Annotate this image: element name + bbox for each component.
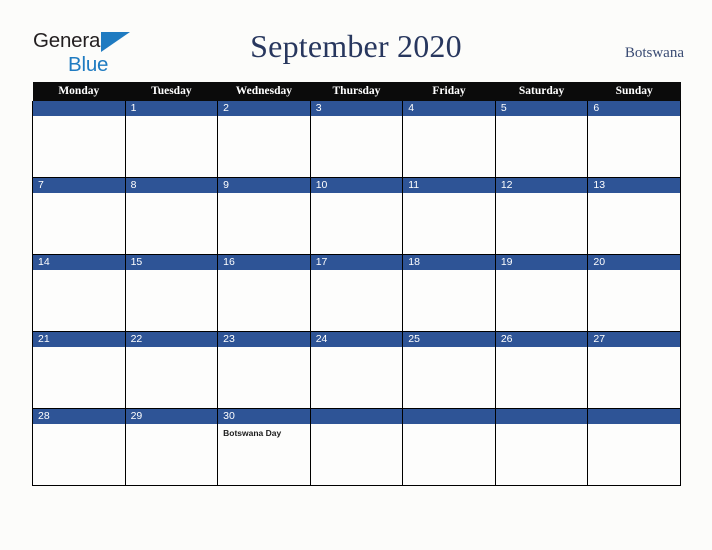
calendar-day-cell[interactable]: 8 <box>124 177 219 255</box>
calendar-day-cell[interactable]: 17 <box>309 254 404 332</box>
calendar-day-cell[interactable]: 13 <box>587 177 681 255</box>
calendar-container: Monday Tuesday Wednesday Thursday Friday… <box>32 82 681 486</box>
day-number: 27 <box>588 332 680 347</box>
calendar-day-cell[interactable] <box>402 408 496 486</box>
calendar-day-cell[interactable]: 27 <box>587 331 681 409</box>
calendar-day-cell[interactable]: 2 <box>217 101 311 178</box>
calendar-day-cell[interactable]: 22 <box>124 331 219 409</box>
day-number: 3 <box>310 101 403 116</box>
calendar-day-cell[interactable]: 6 <box>587 101 681 178</box>
calendar-week-row: 1 2 3 4 5 6 <box>32 101 681 178</box>
calendar-day-cell[interactable]: 15 <box>124 254 219 332</box>
day-number: 8 <box>125 178 218 193</box>
calendar-day-cell[interactable]: 19 <box>494 254 589 332</box>
calendar-day-cell[interactable]: 20 <box>587 254 681 332</box>
calendar-day-cell[interactable]: 3 <box>309 101 404 178</box>
day-number: 11 <box>403 178 495 193</box>
calendar-day-cell[interactable]: 25 <box>402 331 496 409</box>
day-number <box>310 409 403 424</box>
day-number: 28 <box>33 409 125 424</box>
day-number <box>403 409 495 424</box>
day-number: 4 <box>403 101 495 116</box>
day-number: 21 <box>33 332 125 347</box>
calendar-week-row: 14 15 16 17 18 19 20 <box>32 254 681 332</box>
weekday-header-tuesday: Tuesday <box>125 82 218 101</box>
day-number: 30 <box>218 409 310 424</box>
day-number: 19 <box>495 255 588 270</box>
country-label: Botswana <box>624 45 684 61</box>
day-number: 6 <box>588 101 680 116</box>
day-number: 23 <box>218 332 310 347</box>
calendar-day-cell[interactable]: 9 <box>217 177 311 255</box>
calendar-day-cell[interactable]: 10 <box>309 177 404 255</box>
weekday-header-wednesday: Wednesday <box>217 82 311 101</box>
calendar-day-cell[interactable] <box>587 408 681 486</box>
day-number: 9 <box>218 178 310 193</box>
calendar-day-cell[interactable]: 12 <box>494 177 589 255</box>
calendar-day-cell[interactable]: 7 <box>32 177 126 255</box>
calendar-week-row: 7 8 9 10 11 12 13 <box>32 177 681 255</box>
day-number: 1 <box>125 101 218 116</box>
calendar-day-cell[interactable] <box>32 101 126 178</box>
weekday-header-monday: Monday <box>32 82 126 101</box>
calendar-day-cell[interactable]: 29 <box>124 408 219 486</box>
day-number: 29 <box>125 409 218 424</box>
weekday-header-row: Monday Tuesday Wednesday Thursday Friday… <box>32 82 681 101</box>
calendar-day-cell[interactable] <box>309 408 404 486</box>
day-number: 13 <box>588 178 680 193</box>
day-number: 22 <box>125 332 218 347</box>
day-number: 25 <box>403 332 495 347</box>
day-number: 5 <box>495 101 588 116</box>
day-number: 15 <box>125 255 218 270</box>
day-number: 10 <box>310 178 403 193</box>
weekday-header-sunday: Sunday <box>587 82 681 101</box>
calendar-day-cell[interactable]: 21 <box>32 331 126 409</box>
day-number <box>495 409 588 424</box>
calendar-table: Monday Tuesday Wednesday Thursday Friday… <box>32 82 681 486</box>
day-number: 24 <box>310 332 403 347</box>
calendar-body: 1 2 3 4 5 6 7 8 9 10 11 12 13 14 15 16 1… <box>32 101 681 486</box>
calendar-day-cell[interactable]: 28 <box>32 408 126 486</box>
calendar-day-cell[interactable]: 1 <box>124 101 219 178</box>
page-title: September 2020 <box>250 28 462 64</box>
calendar-week-row: 21 22 23 24 25 26 27 <box>32 331 681 409</box>
day-number: 18 <box>403 255 495 270</box>
day-number: 14 <box>33 255 125 270</box>
calendar-day-cell[interactable] <box>494 408 589 486</box>
day-number: 16 <box>218 255 310 270</box>
day-number: 17 <box>310 255 403 270</box>
day-number: 12 <box>495 178 588 193</box>
day-number: 20 <box>588 255 680 270</box>
day-number: 26 <box>495 332 588 347</box>
day-number <box>588 409 680 424</box>
calendar-day-cell[interactable]: 24 <box>309 331 404 409</box>
day-number: 2 <box>218 101 310 116</box>
calendar-day-cell[interactable]: 23 <box>217 331 311 409</box>
calendar-day-cell[interactable]: 4 <box>402 101 496 178</box>
weekday-header-friday: Friday <box>402 82 496 101</box>
calendar-day-cell[interactable]: 30 Botswana Day <box>217 408 311 486</box>
calendar-day-cell[interactable]: 16 <box>217 254 311 332</box>
calendar-day-cell[interactable]: 5 <box>494 101 589 178</box>
calendar-day-cell[interactable]: 11 <box>402 177 496 255</box>
calendar-week-row: 28 29 30 Botswana Day <box>32 408 681 486</box>
day-event-label: Botswana Day <box>223 428 282 438</box>
day-number: 7 <box>33 178 125 193</box>
weekday-header-thursday: Thursday <box>310 82 403 101</box>
calendar-day-cell[interactable]: 14 <box>32 254 126 332</box>
calendar-day-cell[interactable]: 26 <box>494 331 589 409</box>
page-header: General Blue September 2020 Botswana <box>0 0 712 82</box>
weekday-header-saturday: Saturday <box>495 82 588 101</box>
day-number <box>33 101 125 116</box>
calendar-day-cell[interactable]: 18 <box>402 254 496 332</box>
